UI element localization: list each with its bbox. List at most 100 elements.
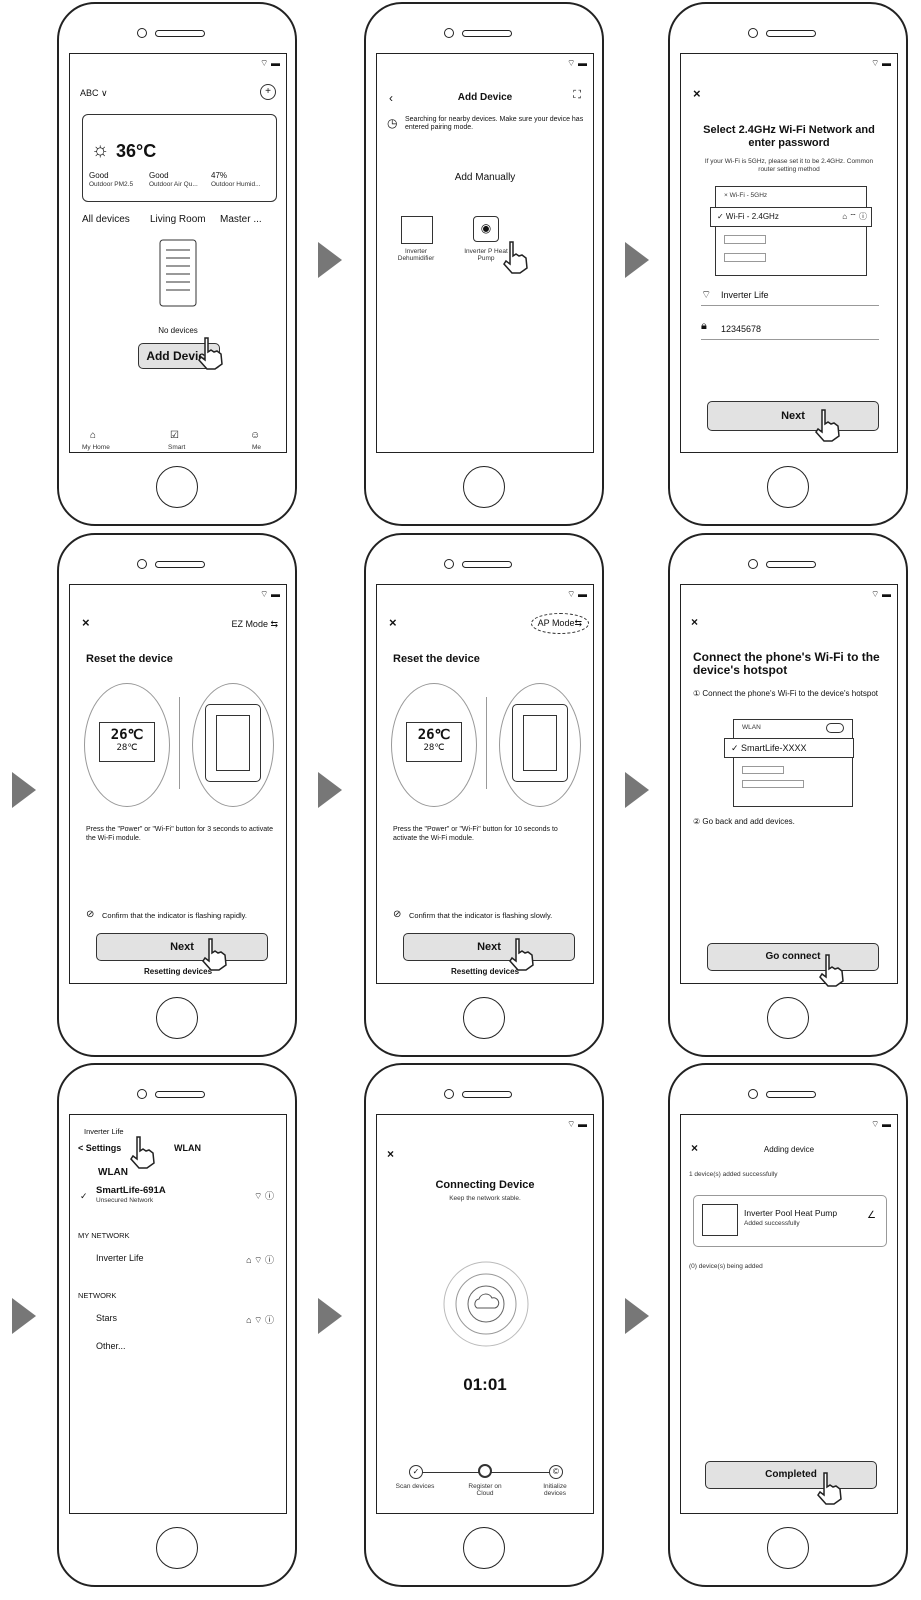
completed-button[interactable]: Completed — [705, 1461, 877, 1489]
wlan-label: WLAN — [742, 724, 761, 731]
next-button[interactable]: Next — [96, 933, 268, 961]
status-bar: ⌔ ▬ — [871, 589, 891, 599]
stat-3-label: Outdoor Humid... — [211, 181, 261, 188]
next-button[interactable]: Next — [707, 401, 879, 431]
screen-connect-hotspot: ⌔ ▬ × Connect the phone's Wi-Fi to the d… — [680, 584, 898, 984]
home-button[interactable] — [156, 466, 198, 508]
close-icon[interactable]: × — [693, 86, 701, 101]
nav-me-label: Me — [252, 444, 262, 451]
home-button[interactable] — [463, 997, 505, 1039]
confirm-text[interactable]: Confirm that the indicator is flashing s… — [409, 911, 552, 920]
sun-icon: ☼ — [91, 139, 110, 161]
tab-living-room[interactable]: Living Room — [150, 214, 206, 225]
empty-list-icon — [159, 239, 197, 307]
my-network-item[interactable]: Inverter Life — [96, 1253, 144, 1263]
home-button[interactable] — [156, 997, 198, 1039]
ssid-input[interactable]: Inverter Life — [721, 290, 769, 300]
pending-text: (0) device(s) being added — [689, 1263, 763, 1270]
step-2-text: ② Go back and add devices. — [693, 817, 795, 826]
stat-3-value: 47% — [211, 171, 228, 180]
tap-hand-icon — [198, 337, 223, 370]
close-icon[interactable]: × — [387, 1147, 394, 1161]
next-button[interactable]: Next — [403, 933, 575, 961]
wifi-settings-mock: WLAN ✓ SmartLife-XXXX — [724, 719, 854, 807]
network-24ghz: ✓ Wi-Fi - 2.4GHz — [717, 212, 779, 221]
placeholder-bar — [724, 235, 766, 244]
home-button[interactable] — [463, 466, 505, 508]
screen-home: ⌔ ▬ ABC ∨ + ☼ 36°C Good Outdoor PM2.5 Go… — [69, 53, 287, 453]
close-icon[interactable]: × — [389, 615, 397, 630]
edit-icon[interactable]: ∠ — [867, 1210, 876, 1221]
phone-3-wifi: ⌔ ▬ × Select 2.4GHz Wi-Fi Network and en… — [668, 2, 908, 526]
phone-9-completed: ⌔ ▬ × Adding device 1 device(s) added su… — [668, 1063, 908, 1587]
step-scan: Scan devices — [395, 1483, 435, 1490]
close-icon[interactable]: × — [691, 615, 698, 629]
go-connect-button[interactable]: Go connect — [707, 943, 879, 971]
phone-2-add-device: ⌔ ▬ ‹ Add Device ⛶ ◷ Searching for nearb… — [364, 2, 604, 526]
add-icon[interactable]: + — [260, 84, 276, 100]
speaker — [462, 561, 512, 568]
phone-4-reset-ez: ⌔ ▬ × EZ Mode ⇆ Reset the device 26℃ 28℃… — [57, 533, 297, 1057]
nav-home-icon[interactable]: ⌂ — [90, 430, 96, 441]
cloud-progress-icon — [443, 1261, 529, 1347]
success-text: 1 device(s) added successfully — [689, 1171, 778, 1178]
hint-text: If your Wi-Fi is 5GHz, please set it to … — [704, 158, 874, 173]
home-button[interactable] — [767, 1527, 809, 1569]
lock-wifi-info-icon: ⌂ ⌔ ⓘ — [842, 212, 867, 221]
check-icon[interactable]: ⊘ — [86, 909, 94, 920]
divider — [701, 339, 879, 340]
stat-1-label: Outdoor PM2.5 — [89, 181, 134, 188]
scan-icon[interactable]: ⛶ — [573, 89, 581, 102]
hotspot-name[interactable]: SmartLife-691A — [96, 1185, 166, 1196]
camera — [748, 559, 758, 569]
panel-oval: 26℃ 28℃ — [391, 683, 477, 807]
network-other[interactable]: Other... — [96, 1341, 126, 1351]
status-bar: ⌔ ▬ — [567, 1119, 587, 1129]
home-button[interactable] — [767, 466, 809, 508]
network-24ghz-row[interactable]: ✓ Wi-Fi - 2.4GHz ⌂ ⌔ ⓘ — [710, 207, 872, 227]
wifi-info-icon[interactable]: ⌔ ⓘ — [254, 1189, 274, 1202]
network-5ghz[interactable]: × Wi-Fi - 5GHz — [724, 192, 767, 199]
add-manually[interactable]: Add Manually — [377, 172, 593, 183]
tap-hand-icon — [202, 938, 227, 971]
placeholder-bar — [724, 253, 766, 262]
device-card[interactable]: Inverter Pool Heat Pump Added successful… — [693, 1195, 887, 1247]
confirm-text[interactable]: Confirm that the indicator is flashing r… — [102, 911, 247, 920]
settings-back[interactable]: < Settings — [78, 1143, 121, 1153]
speaker — [155, 561, 205, 568]
nav-smart-label: Smart — [168, 444, 186, 451]
network-stars[interactable]: Stars — [96, 1313, 117, 1323]
stat-2-label: Outdoor Air Qu... — [149, 181, 198, 188]
home-button[interactable] — [463, 1527, 505, 1569]
status-bar: ⌔ ▬ — [871, 1119, 891, 1129]
device-dehumidifier[interactable]: Inverter Dehumidifier — [391, 248, 441, 262]
lock-wifi-info-icon[interactable]: ⌂ ⌔ ⓘ — [246, 1313, 274, 1326]
device-status: Added successfully — [744, 1220, 800, 1227]
mode-switch[interactable]: AP Mode⇆ — [530, 613, 589, 634]
hotspot-row[interactable]: ✓ SmartLife-XXXX — [724, 738, 854, 758]
dehumidifier-icon[interactable] — [401, 216, 433, 244]
toggle-icon — [826, 723, 844, 733]
step-register: Register on Cloud — [468, 1483, 502, 1497]
nav-smart-icon[interactable]: ☑ — [170, 430, 179, 441]
status-bar: ⌔ ▬ — [567, 589, 587, 599]
home-button[interactable] — [767, 997, 809, 1039]
nav-me-icon[interactable]: ☺ — [250, 430, 260, 441]
check-icon[interactable]: ⊘ — [393, 909, 401, 920]
weather-card: ☼ 36°C Good Outdoor PM2.5 Good Outdoor A… — [82, 114, 277, 202]
tab-all-devices[interactable]: All devices — [82, 214, 130, 225]
password-input[interactable]: 12345678 — [721, 324, 761, 334]
step-initialize: Initialize devices — [543, 1483, 567, 1497]
tab-master[interactable]: Master ... — [220, 214, 262, 225]
camera — [137, 559, 147, 569]
heat-pump-icon[interactable]: ◉ — [473, 216, 499, 242]
arrow-right-icon — [12, 772, 36, 808]
mode-switch[interactable]: EZ Mode ⇆ — [231, 619, 278, 630]
home-name[interactable]: ABC ∨ — [80, 88, 108, 99]
lock-wifi-info-icon[interactable]: ⌂ ⌔ ⓘ — [246, 1253, 274, 1266]
lcd-temp-1: 26℃ — [417, 727, 451, 743]
home-button[interactable] — [156, 1527, 198, 1569]
hotspot-name: ✓ SmartLife-XXXX — [731, 743, 807, 753]
close-icon[interactable]: × — [82, 615, 90, 630]
screen-add-device: ⌔ ▬ ‹ Add Device ⛶ ◷ Searching for nearb… — [376, 53, 594, 453]
